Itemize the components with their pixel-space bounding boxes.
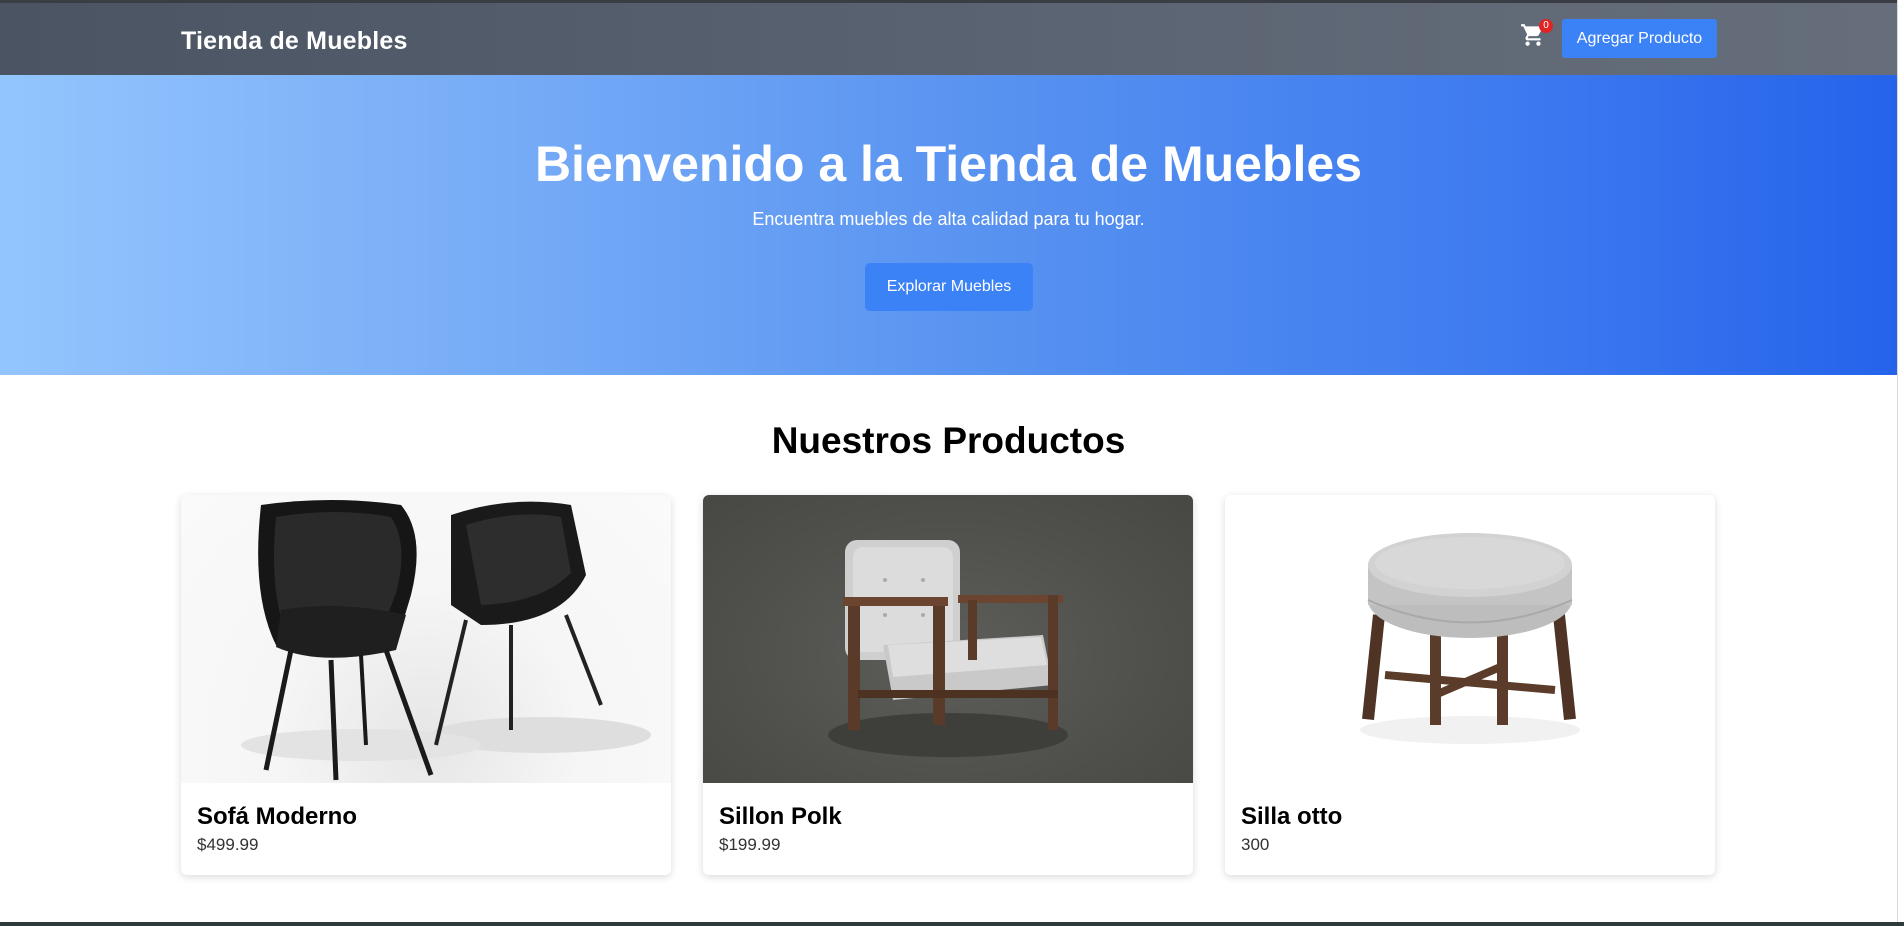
products-section-title: Nuestros Productos xyxy=(771,420,1126,461)
product-price: 300 xyxy=(1241,835,1270,854)
product-name: Sofá Moderno xyxy=(197,803,357,830)
explore-furniture-button[interactable]: Explorar Muebles xyxy=(865,263,1033,311)
product-image-black-leather-chairs xyxy=(181,495,671,783)
hero-title: Bienvenido a la Tienda de Muebles xyxy=(534,136,1363,192)
product-image-round-ottoman xyxy=(1225,495,1715,783)
product-card[interactable]: Sofá Moderno $499.99 xyxy=(181,495,671,875)
product-price: $199.99 xyxy=(719,835,781,854)
product-card[interactable]: Sillon Polk $199.99 xyxy=(703,495,1193,875)
product-price: $499.99 xyxy=(197,835,259,854)
window-bottom-border xyxy=(0,922,1904,926)
brand-title[interactable]: Tienda de Muebles xyxy=(181,27,408,56)
cart-count-badge: 0 xyxy=(1539,19,1553,33)
hero-subtitle: Encuentra muebles de alta calidad para t… xyxy=(752,209,1145,229)
hero-banner: Bienvenido a la Tienda de Muebles Encuen… xyxy=(0,75,1897,375)
product-image-grey-armchair xyxy=(703,495,1193,783)
product-name: Sillon Polk xyxy=(719,803,842,830)
product-name: Silla otto xyxy=(1241,803,1343,830)
add-product-button[interactable]: Agregar Producto xyxy=(1562,19,1717,58)
product-card[interactable]: Silla otto 300 xyxy=(1225,495,1715,875)
window-right-border xyxy=(1897,0,1904,926)
